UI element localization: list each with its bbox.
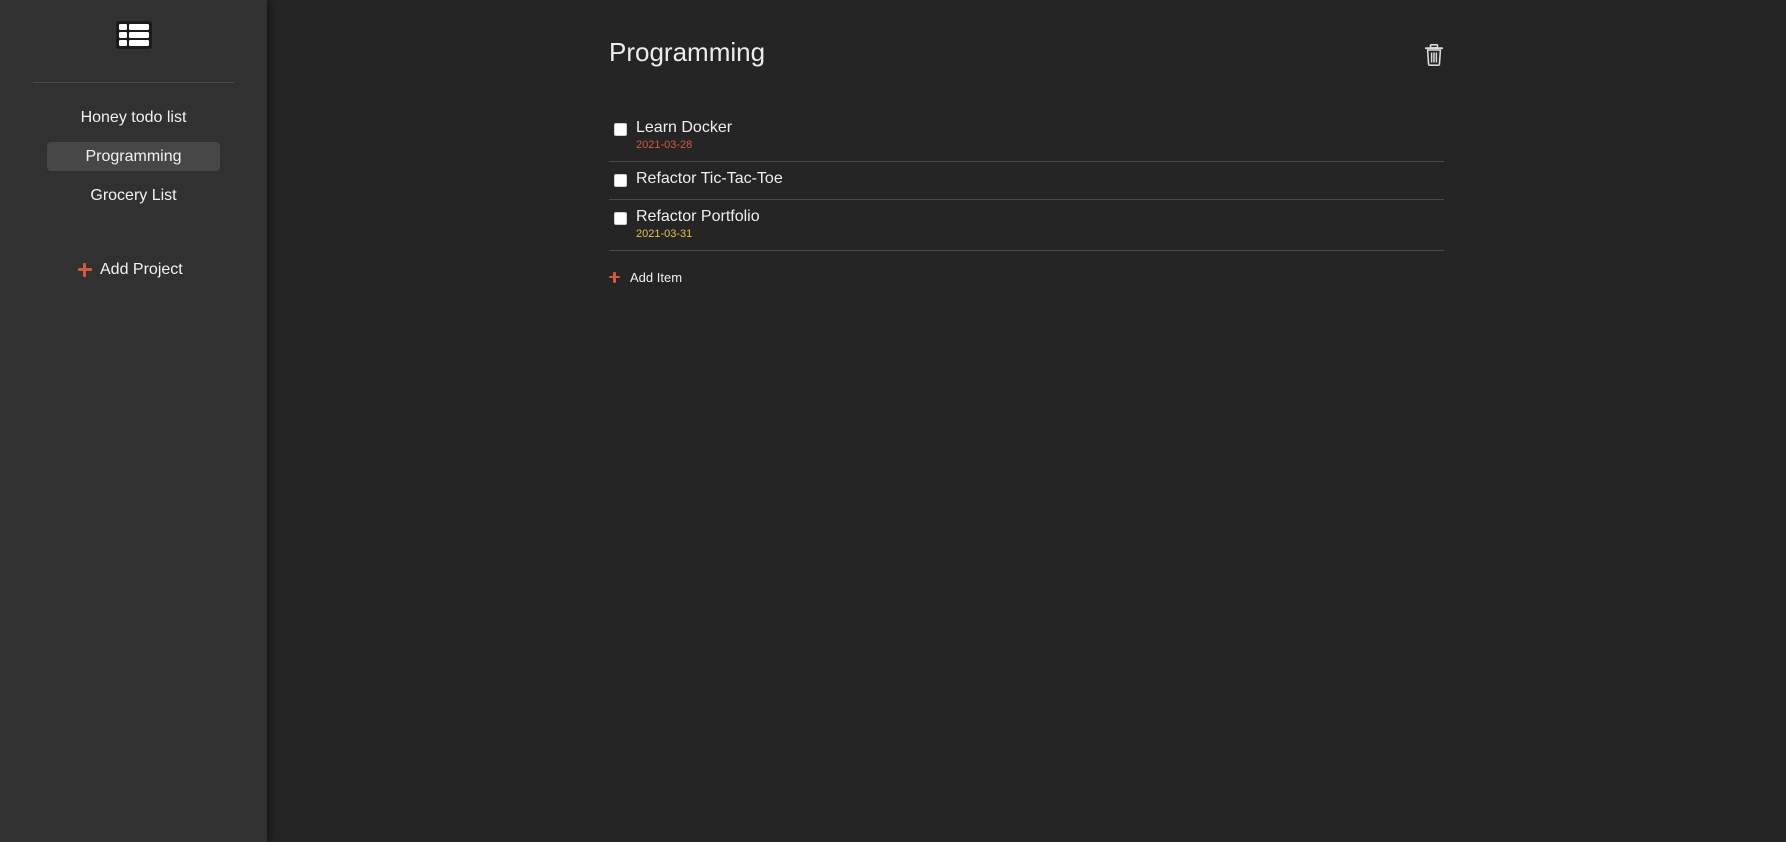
app: Honey todo list Programming Grocery List… <box>0 0 1786 842</box>
main-content: Programming Learn Docker 2021-03-28 Refa… <box>267 0 1786 842</box>
sidebar-item-label: Programming <box>85 148 182 165</box>
trash-icon <box>1425 44 1443 66</box>
sidebar-divider <box>33 82 234 83</box>
sidebar-item-label: Grocery List <box>90 187 177 204</box>
table-list-icon-graphic <box>116 21 152 49</box>
list-item: Refactor Portfolio 2021-03-31 <box>609 200 1444 251</box>
sidebar-item-honey-todo-list[interactable]: Honey todo list <box>47 103 220 132</box>
plus-icon <box>609 271 620 283</box>
item-title[interactable]: Refactor Tic-Tac-Toe <box>636 170 783 188</box>
add-item-button[interactable]: Add Item <box>609 267 682 287</box>
list-item: Refactor Tic-Tac-Toe <box>609 162 1444 200</box>
plus-icon <box>78 263 92 277</box>
add-project-button[interactable]: Add Project <box>78 257 183 283</box>
item-due-date: 2021-03-31 <box>636 228 693 240</box>
page-title: Programming <box>609 37 766 67</box>
add-project-label: Add Project <box>100 261 183 278</box>
sidebar: Honey todo list Programming Grocery List… <box>0 0 267 842</box>
item-checkbox[interactable] <box>614 174 627 187</box>
item-checkbox[interactable] <box>614 123 627 136</box>
item-title[interactable]: Refactor Portfolio <box>636 208 760 226</box>
table-list-icon[interactable] <box>113 14 155 56</box>
sidebar-item-label: Honey todo list <box>80 109 187 126</box>
delete-project-button[interactable] <box>1422 43 1446 67</box>
item-due-date: 2021-03-28 <box>636 139 693 151</box>
item-checkbox[interactable] <box>614 212 627 225</box>
sidebar-item-grocery-list[interactable]: Grocery List <box>47 181 220 210</box>
list-item: Learn Docker 2021-03-28 <box>609 110 1444 162</box>
add-item-label: Add Item <box>630 269 683 285</box>
item-title[interactable]: Learn Docker <box>636 119 732 137</box>
sidebar-item-programming[interactable]: Programming <box>47 142 220 171</box>
